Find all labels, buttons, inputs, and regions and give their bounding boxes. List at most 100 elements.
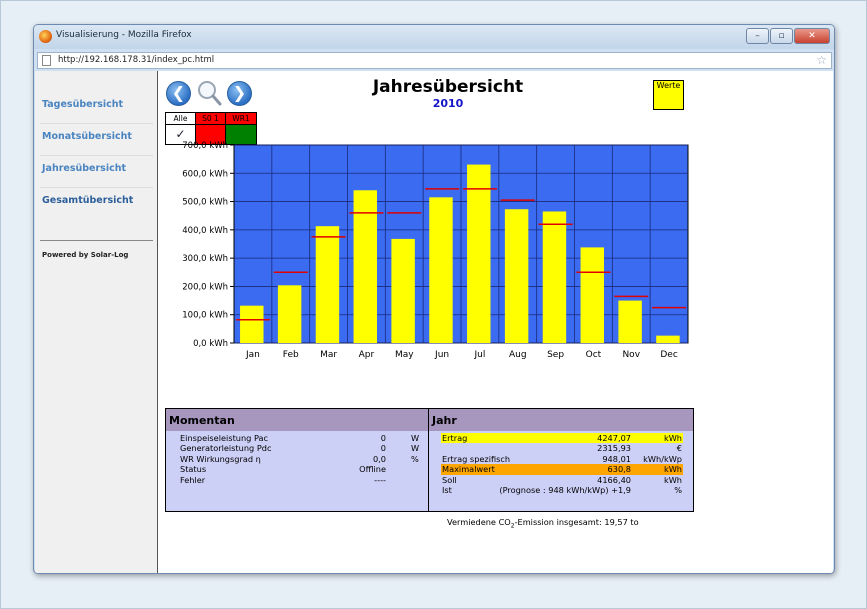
- firefox-icon: [39, 30, 52, 43]
- jahr-unit: €: [676, 443, 682, 454]
- momentan-title: Momentan: [166, 409, 428, 431]
- y-tick-label: 500,0 kWh: [182, 198, 228, 208]
- momentan-unit: %: [411, 453, 419, 464]
- filter-label-s01[interactable]: S0 1: [196, 113, 226, 124]
- maximize-button[interactable]: ▫: [770, 28, 793, 44]
- jahr-row: 2315,93 €: [441, 443, 683, 453]
- powered-by: Powered by Solar-Log: [42, 251, 129, 259]
- jahr-row: Ertrag spezifisch 948,01 kWh/kWp: [441, 454, 683, 464]
- jahr-unit: %: [674, 484, 682, 495]
- momentan-value: 0: [380, 443, 386, 454]
- year-label: 2010: [432, 97, 464, 110]
- y-tick-label: 700,0 kWh: [182, 141, 228, 151]
- bar: [315, 226, 340, 343]
- momentan-value: 0: [380, 433, 386, 443]
- bar: [656, 335, 680, 343]
- momentan-row: Fehler ----: [166, 475, 428, 485]
- momentan-value: ----: [374, 474, 386, 485]
- momentan-row: Generatorleistung Pdc 0 W: [166, 443, 428, 453]
- momentan-panel: Momentan Einspeiseleistung Pac 0 W Generato…: [165, 408, 429, 512]
- bar: [391, 238, 415, 343]
- bar: [429, 197, 453, 343]
- sidebar: Tagesübersicht Monatsübersicht Jahresübe…: [35, 71, 158, 573]
- bar: [467, 164, 491, 343]
- momentan-unit: W: [411, 433, 420, 443]
- nav-jahresuebersicht[interactable]: Jahresübersicht: [42, 163, 126, 174]
- nav-separator: [40, 123, 153, 124]
- x-tick-label: Aug: [509, 350, 527, 360]
- bar: [580, 247, 605, 343]
- jahr-row: Soll 4166,40 kWh: [441, 475, 683, 485]
- x-tick-label: Jun: [434, 350, 449, 360]
- bar: [277, 285, 302, 343]
- momentan-value: 0,0: [372, 453, 386, 464]
- jahr-value: 630,8: [607, 464, 631, 475]
- momentan-row: Status Offline: [166, 464, 428, 474]
- prev-arrow-button[interactable]: ❮: [166, 81, 191, 106]
- x-tick-label: Sep: [547, 350, 564, 360]
- x-tick-label: May: [395, 350, 414, 360]
- momentan-value: Offline: [359, 464, 386, 475]
- x-tick-label: Apr: [359, 350, 375, 360]
- momentan-label: Fehler: [180, 474, 206, 485]
- y-tick-label: 200,0 kWh: [182, 282, 228, 292]
- nav-monatsuebersicht[interactable]: Monatsübersicht: [42, 131, 132, 142]
- filter-label-wr1[interactable]: WR1: [226, 113, 256, 124]
- bar: [504, 209, 529, 343]
- jahr-row: Ertrag 4247,07 kWh: [441, 433, 683, 444]
- x-tick-label: Feb: [283, 350, 299, 360]
- x-tick-label: Oct: [586, 350, 602, 360]
- url-text[interactable]: http://192.168.178.31/index_pc.html: [58, 55, 214, 65]
- momentan-label: Generatorleistung Pdc: [180, 443, 272, 454]
- momentan-label: WR Wirkungsgrad η: [180, 453, 261, 464]
- x-tick-label: Jul: [473, 350, 485, 360]
- bar: [618, 300, 642, 343]
- momentan-unit: W: [411, 443, 420, 454]
- momentan-label: Status: [180, 464, 207, 475]
- jahr-unit: kWh: [663, 474, 682, 485]
- momentan-row: WR Wirkungsgrad η 0,0%: [166, 454, 428, 464]
- main-area: ❮ ❯ Jahresübersicht 2010 Werte Alle S0 1…: [159, 71, 833, 573]
- nav-separator: [40, 187, 153, 188]
- co2-emission-text: Vermiedene CO2-Emission insgesamt: 19,57…: [447, 517, 639, 530]
- page-icon: [42, 55, 51, 66]
- browser-window: Visualisierung - Mozilla Firefox – ▫ ✕ h…: [33, 24, 835, 574]
- page-content: Tagesübersicht Monatsübersicht Jahresübe…: [35, 71, 833, 573]
- jahr-label: Ist: [442, 484, 452, 495]
- y-tick-label: 600,0 kWh: [182, 169, 228, 179]
- jahr-row: Ist (Prognose : 948 kWh/kWp) +1,9%: [441, 485, 683, 495]
- nav-tagesuebersicht[interactable]: Tagesübersicht: [42, 99, 123, 110]
- minimize-button[interactable]: –: [746, 28, 769, 44]
- title-bar: Visualisierung - Mozilla Firefox – ▫ ✕: [34, 25, 834, 49]
- window-title: Visualisierung - Mozilla Firefox: [56, 30, 192, 40]
- jahr-row: Maximalwert 630,8 kWh: [441, 464, 683, 475]
- bar: [542, 211, 567, 343]
- bar: [240, 305, 264, 343]
- address-bar[interactable]: http://192.168.178.31/index_pc.html ☆: [37, 52, 832, 69]
- jahr-unit: kWh: [663, 464, 682, 475]
- close-button[interactable]: ✕: [794, 28, 830, 44]
- x-tick-label: Mar: [320, 350, 337, 360]
- werte-toggle[interactable]: Werte: [653, 80, 684, 110]
- bookmark-star-icon[interactable]: ☆: [816, 53, 827, 67]
- jahr-value: 948,01: [602, 453, 631, 464]
- x-tick-label: Nov: [622, 350, 640, 360]
- filter-label-alle[interactable]: Alle: [166, 113, 196, 124]
- nav-gesamtuebersicht[interactable]: Gesamtübersicht: [42, 195, 133, 206]
- momentan-label: Einspeiseleistung Pac: [180, 433, 269, 443]
- jahr-unit: kWh/kWp: [643, 453, 682, 464]
- zoom-icon[interactable]: [195, 79, 223, 107]
- divider: [40, 240, 153, 241]
- x-tick-label: Dec: [660, 350, 677, 360]
- jahr-unit: kWh: [663, 433, 682, 443]
- jahr-label: Ertrag: [442, 433, 468, 443]
- yearly-bar-chart: 0,0 kWh 100,0 kWh 200,0 kWh 300,0 kWh 400,0 …: [182, 141, 689, 360]
- y-tick-label: 400,0 kWh: [182, 226, 228, 236]
- x-tick-label: Jan: [245, 350, 260, 360]
- next-arrow-button[interactable]: ❯: [227, 81, 252, 106]
- jahr-label: Soll: [442, 474, 457, 485]
- jahr-value: 2315,93: [597, 443, 631, 454]
- jahr-title: Jahr: [429, 409, 693, 431]
- jahr-value: 4166,40: [597, 474, 631, 485]
- page-title: Jahresübersicht: [372, 77, 524, 97]
